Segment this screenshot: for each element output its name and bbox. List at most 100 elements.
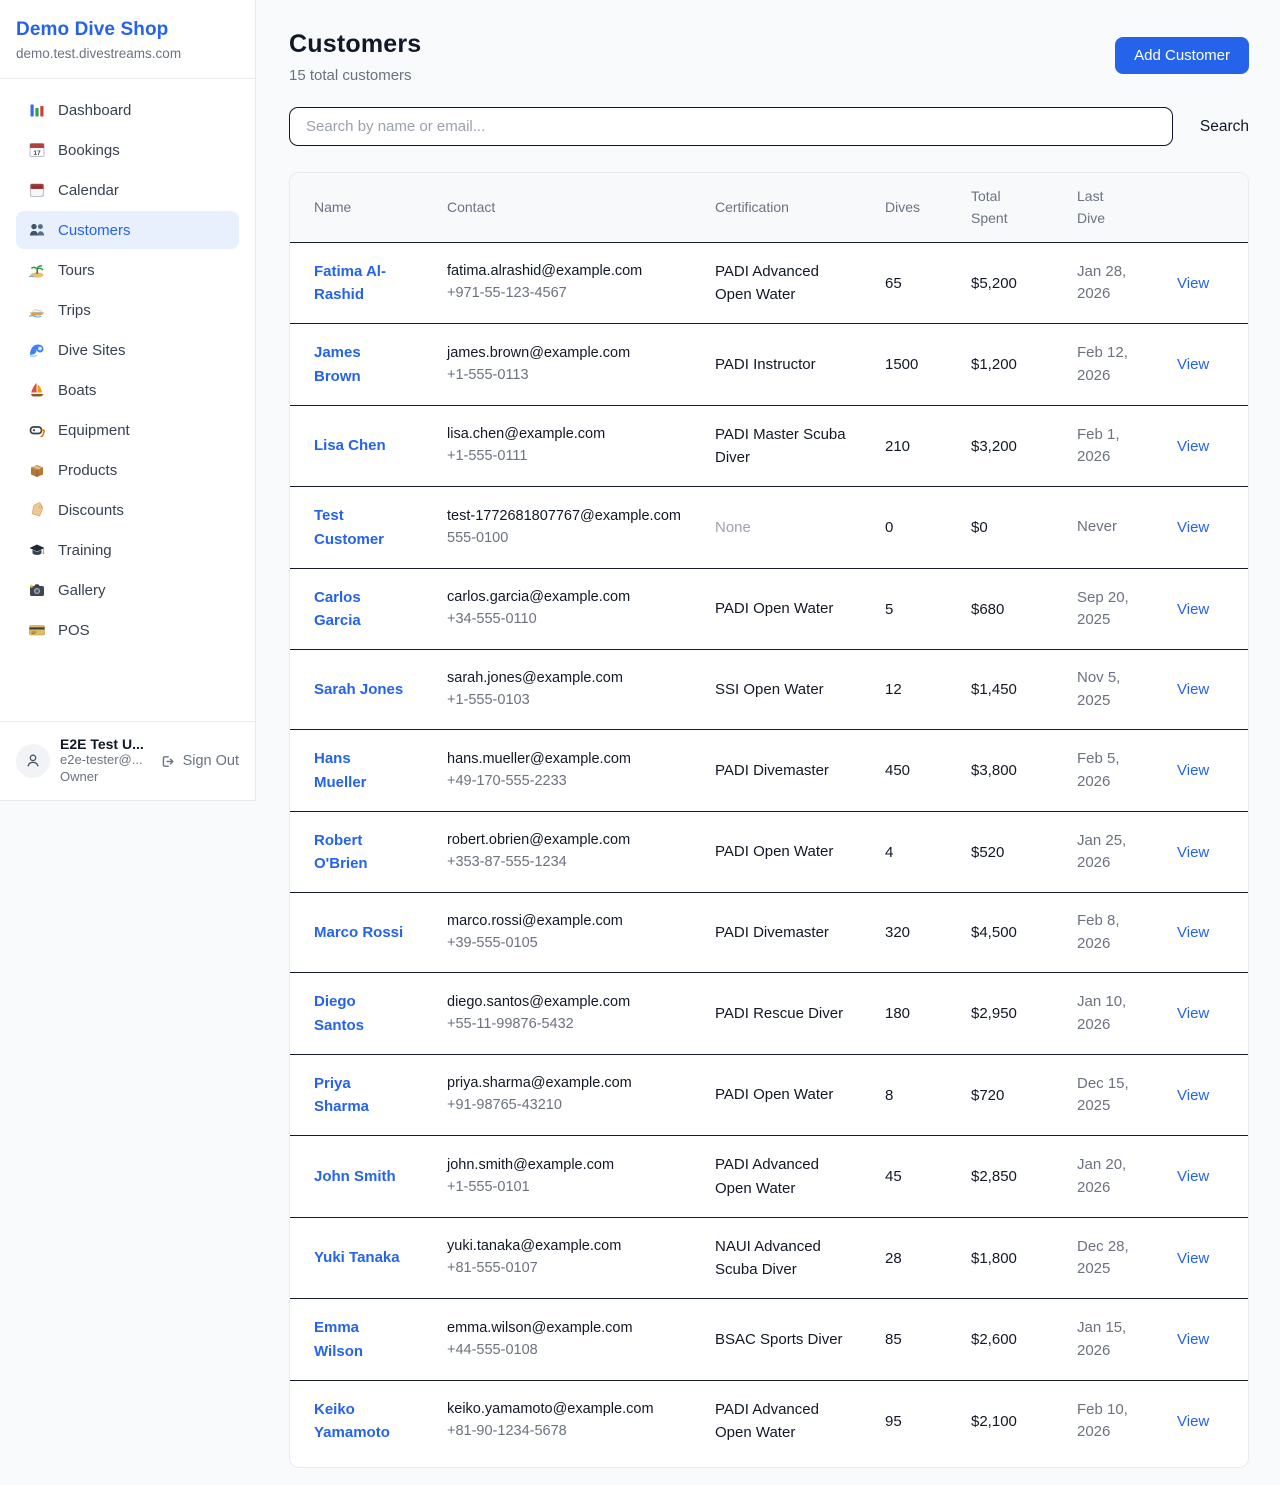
sailboat-icon [28,381,46,399]
sidebar-item-dive-sites[interactable]: Dive Sites [16,331,239,369]
customer-email: yuki.tanaka@example.com [447,1236,691,1258]
customer-last-dive: Jan 15, 2026 [1065,1299,1165,1381]
sidebar-item-label: Boats [58,382,96,399]
customer-dives: 65 [873,242,959,324]
customers-table: NameContactCertificationDivesTotal Spent… [290,173,1249,1461]
add-customer-button[interactable]: Add Customer [1115,37,1249,74]
total-customers-count: 15 total customers [289,67,421,84]
customer-name-link[interactable]: Test Customer [314,504,404,551]
view-customer-link[interactable]: View [1177,1087,1209,1104]
customer-name-link[interactable]: Yuki Tanaka [314,1246,400,1269]
view-customer-link[interactable]: View [1177,438,1209,455]
sidebar-item-pos[interactable]: POS [16,611,239,649]
customer-certification: PADI Master Scuba Diver [715,423,850,470]
view-customer-link[interactable]: View [1177,1331,1209,1348]
customer-name-link[interactable]: Fatima Al-Rashid [314,260,404,307]
sidebar-item-products[interactable]: Products [16,451,239,489]
view-customer-link[interactable]: View [1177,762,1209,779]
sidebar-item-boats[interactable]: Boats [16,371,239,409]
column-header-certification: Certification [703,173,873,242]
customer-phone: +81-90-1234-5678 [447,1421,691,1443]
customer-certification: NAUI Advanced Scuba Diver [715,1235,850,1282]
customer-email: priya.sharma@example.com [447,1073,691,1095]
sidebar-item-bookings[interactable]: 17 Bookings [16,131,239,169]
island-icon [28,261,46,279]
customer-name-link[interactable]: Sarah Jones [314,678,403,701]
avatar [16,744,50,778]
view-customer-link[interactable]: View [1177,1168,1209,1185]
customer-name-link[interactable]: Diego Santos [314,990,404,1037]
view-customer-link[interactable]: View [1177,924,1209,941]
sidebar-item-tours[interactable]: Tours [16,251,239,289]
sign-out-button[interactable]: Sign Out [159,753,239,770]
view-customer-link[interactable]: View [1177,601,1209,618]
sidebar-item-equipment[interactable]: Equipment [16,411,239,449]
table-row: Sarah Jones sarah.jones@example.com +1-5… [290,650,1249,730]
customer-phone: +49-170-555-2233 [447,771,691,793]
table-header: NameContactCertificationDivesTotal Spent… [290,173,1249,242]
customer-name-link[interactable]: Robert O'Brien [314,829,404,876]
customer-last-dive: Nov 5, 2025 [1065,650,1165,730]
search-bar: Search [289,107,1249,146]
table-row: Emma Wilson emma.wilson@example.com +44-… [290,1299,1249,1381]
customer-total-spent: $720 [959,1054,1065,1136]
view-customer-link[interactable]: View [1177,1250,1209,1267]
customer-dives: 28 [873,1217,959,1299]
sidebar-header: Demo Dive Shop demo.test.divestreams.com [0,0,255,79]
page-title: Customers [289,30,421,59]
bar-chart-icon [28,101,46,119]
view-customer-link[interactable]: View [1177,1005,1209,1022]
customer-last-dive: Feb 1, 2026 [1065,405,1165,487]
customer-name-link[interactable]: Marco Rossi [314,921,403,944]
customer-email: robert.obrien@example.com [447,830,691,852]
customer-name-link[interactable]: Priya Sharma [314,1072,404,1119]
bookings-calendar-icon: 17 [28,141,46,159]
customer-certification: PADI Divemaster [715,921,829,944]
customer-name-link[interactable]: Emma Wilson [314,1316,404,1363]
customer-email: carlos.garcia@example.com [447,587,691,609]
search-input[interactable] [289,107,1173,146]
sidebar-item-training[interactable]: Training [16,531,239,569]
customer-dives: 450 [873,730,959,812]
customer-certification: SSI Open Water [715,678,824,701]
customer-name-link[interactable]: Lisa Chen [314,434,386,457]
customer-name-link[interactable]: Keiko Yamamoto [314,1398,404,1445]
table-row: John Smith john.smith@example.com +1-555… [290,1136,1249,1218]
customer-name-link[interactable]: Carlos Garcia [314,586,404,633]
tag-icon [28,501,46,519]
customer-certification: PADI Advanced Open Water [715,260,850,307]
view-customer-link[interactable]: View [1177,356,1209,373]
customer-phone: +81-555-0107 [447,1258,691,1280]
customer-dives: 85 [873,1299,959,1381]
customer-name-link[interactable]: Hans Mueller [314,747,404,794]
sidebar-item-trips[interactable]: Trips [16,291,239,329]
sidebar-item-label: Dashboard [58,102,131,119]
view-customer-link[interactable]: View [1177,681,1209,698]
main-content: Customers 15 total customers Add Custome… [256,0,1280,1468]
search-button[interactable]: Search [1200,118,1249,136]
customer-name-link[interactable]: James Brown [314,341,404,388]
customer-phone: +55-11-99876-5432 [447,1014,691,1036]
grad-cap-icon [28,541,46,559]
customer-certification: None [715,516,751,539]
dive-mask-icon [28,421,46,439]
customer-phone: +971-55-123-4567 [447,283,691,305]
sidebar-item-calendar[interactable]: Calendar [16,171,239,209]
sidebar-nav: Dashboard 17 Bookings Calendar Customers… [0,79,255,721]
customer-total-spent: $5,200 [959,242,1065,324]
customer-last-dive: Never [1065,487,1165,569]
view-customer-link[interactable]: View [1177,1413,1209,1430]
table-row: Keiko Yamamoto keiko.yamamoto@example.co… [290,1380,1249,1461]
sidebar-item-customers[interactable]: Customers [16,211,239,249]
svg-text:17: 17 [33,150,41,157]
table-row: Fatima Al-Rashid fatima.alrashid@example… [290,242,1249,324]
sidebar-item-gallery[interactable]: Gallery [16,571,239,609]
sidebar-item-dashboard[interactable]: Dashboard [16,91,239,129]
view-customer-link[interactable]: View [1177,275,1209,292]
view-customer-link[interactable]: View [1177,844,1209,861]
sidebar-item-discounts[interactable]: Discounts [16,491,239,529]
package-icon [28,461,46,479]
customer-name-link[interactable]: John Smith [314,1165,396,1188]
view-customer-link[interactable]: View [1177,519,1209,536]
speedboat-icon [28,301,46,319]
